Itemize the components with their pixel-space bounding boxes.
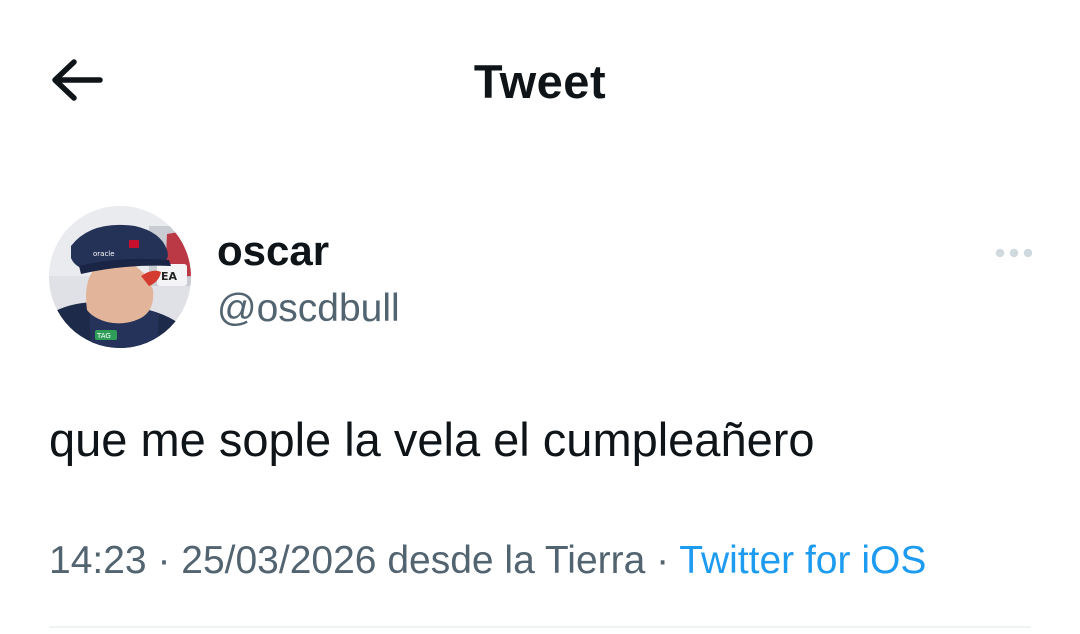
avatar[interactable]: EA TAG oracle — [49, 206, 191, 348]
meta-separator: · — [146, 539, 182, 582]
tweet-metadata: 14:23 · 25/03/2026 desde la Tierra · Twi… — [49, 536, 926, 586]
page-title: Tweet — [473, 55, 607, 108]
svg-text:TAG: TAG — [96, 332, 111, 340]
svg-text:oracle: oracle — [93, 250, 115, 258]
tweet-time: 14:23 — [49, 539, 147, 582]
top-navigation-bar: Tweet — [0, 0, 1080, 160]
tweet-text: que me sople la vela el cumpleañero — [49, 413, 815, 466]
more-horizontal-icon — [995, 248, 1033, 258]
tweet-location: desde la Tierra — [387, 539, 646, 582]
divider — [49, 626, 1031, 628]
profile-photo: EA TAG oracle — [49, 206, 191, 348]
svg-text:EA: EA — [161, 270, 178, 283]
tweet-date: 25/03/2026 — [181, 539, 377, 582]
more-options-button[interactable] — [986, 236, 1042, 270]
author-handle[interactable]: @oscdbull — [217, 285, 400, 333]
tweet-source-link[interactable]: Twitter for iOS — [679, 539, 926, 582]
author-display-name[interactable]: oscar — [217, 226, 329, 276]
meta-separator: · — [645, 539, 680, 582]
